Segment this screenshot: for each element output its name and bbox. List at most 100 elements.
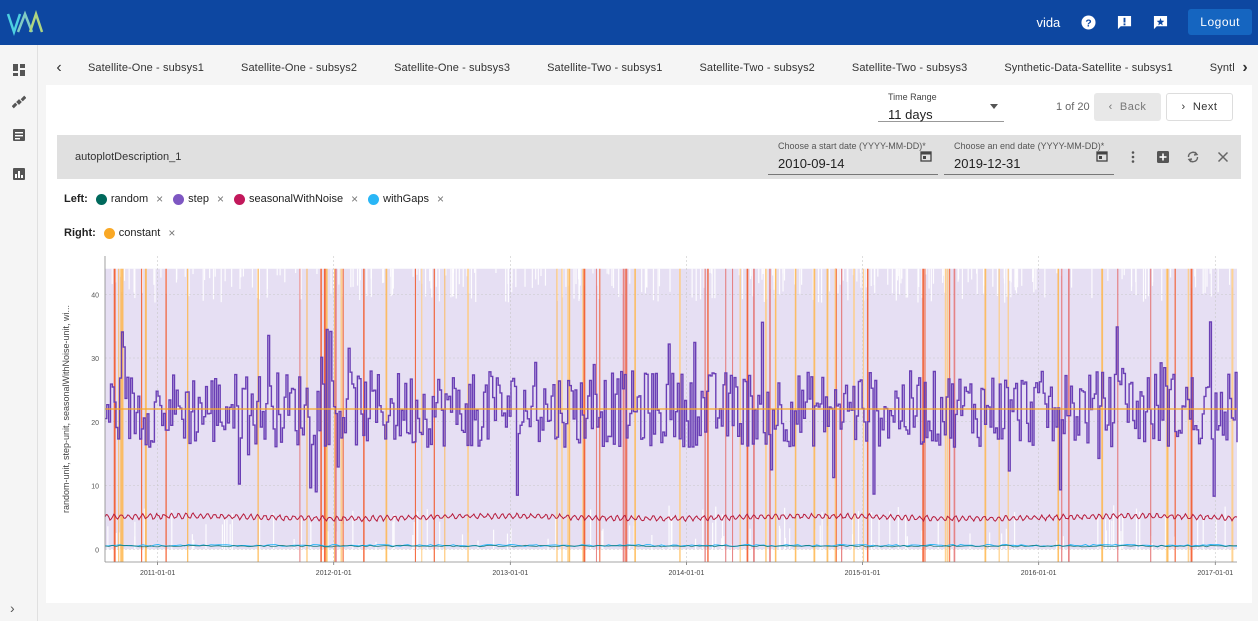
band-gap	[878, 514, 880, 550]
legend-chip-random[interactable]: random ×	[95, 192, 163, 206]
band-gap	[943, 268, 945, 276]
band-gap	[1209, 268, 1211, 274]
band-gap	[242, 268, 244, 277]
band-gap	[438, 268, 440, 302]
tabs-scroll-right-icon[interactable]: ›	[1238, 59, 1252, 77]
legend-chip-seasonalwithnoise[interactable]: seasonalWithNoise ×	[233, 192, 358, 206]
band-gap	[1224, 506, 1226, 550]
band-gap	[293, 538, 295, 550]
band-gap	[191, 534, 193, 550]
time-range-label: Time Range	[888, 92, 937, 102]
calendar-icon[interactable]	[920, 150, 932, 162]
app-logo[interactable]	[6, 10, 46, 36]
remove-series-icon[interactable]: ×	[156, 192, 163, 206]
remove-series-icon[interactable]: ×	[351, 192, 358, 206]
band-gap	[547, 538, 549, 550]
legend-right-label: Right:	[64, 227, 96, 239]
band-gap	[691, 268, 693, 298]
chart-icon[interactable]	[12, 167, 26, 181]
band-gap	[316, 268, 318, 275]
start-date-field[interactable]: Choose a start date (YYYY-MM-DD)* 2010-0…	[768, 141, 938, 175]
band-gap	[128, 268, 130, 290]
band-gap	[702, 509, 704, 550]
band-gap	[154, 268, 156, 303]
band-gap	[153, 268, 155, 285]
end-date-field[interactable]: Choose an end date (YYYY-MM-DD)* 2019-12…	[944, 141, 1114, 175]
time-range-select[interactable]: Time Range 11 days	[878, 90, 1004, 122]
band-gap	[905, 516, 907, 550]
more-vert-icon[interactable]	[1126, 150, 1140, 164]
tab-satellite-one-subsys3[interactable]: Satellite-One - subsys3	[394, 62, 510, 74]
legend-chip-constant[interactable]: constant ×	[103, 226, 175, 240]
band-gap	[629, 268, 631, 284]
band-gap	[382, 268, 384, 284]
band-gap	[839, 268, 841, 285]
band-gap	[266, 268, 268, 298]
expand-sidebar-chevron-right-icon[interactable]: ›	[10, 600, 15, 616]
band-gap	[942, 268, 944, 283]
add-box-icon[interactable]	[1156, 150, 1170, 164]
document-icon[interactable]	[12, 128, 26, 142]
back-button[interactable]: ‹ Back	[1094, 93, 1161, 121]
tab-satellite-one-subsys2[interactable]: Satellite-One - subsys2	[241, 62, 357, 74]
remove-series-icon[interactable]: ×	[217, 192, 224, 206]
band-gap	[412, 534, 414, 550]
tab-synthetic-data-satellite-subsys1[interactable]: Synthetic-Data-Satellite - subsys1	[1004, 62, 1172, 74]
band-gap	[799, 268, 801, 294]
dashboard-icon[interactable]	[12, 63, 26, 77]
y-axis-label: random-unit, step-unit, seasonalWithNois…	[61, 305, 71, 513]
band-gap	[134, 521, 136, 550]
band-gap	[865, 268, 867, 288]
band-gap	[592, 268, 594, 274]
band-gap	[928, 268, 930, 289]
help-icon[interactable]: ?	[1080, 14, 1096, 30]
band-gap	[445, 268, 447, 276]
band-gap	[390, 268, 392, 297]
band-gap	[240, 268, 242, 278]
band-gap	[1122, 515, 1124, 550]
band-gap	[413, 522, 415, 550]
band-gap	[784, 507, 786, 550]
band-gap	[606, 268, 608, 274]
next-label: Next	[1192, 101, 1218, 113]
band-gap	[1010, 268, 1012, 298]
band-gap	[455, 268, 457, 299]
tabs-scroll-left-icon[interactable]: ‹	[52, 59, 66, 77]
x-tick-label: 2014-01-01	[669, 570, 705, 577]
remove-series-icon[interactable]: ×	[437, 192, 444, 206]
band-gap	[366, 268, 368, 296]
band-gap	[209, 268, 211, 279]
feedback-icon[interactable]	[1116, 14, 1132, 30]
back-label: Back	[1119, 101, 1147, 113]
band-gap	[860, 268, 862, 288]
tab-synthetic-data-partial[interactable]: Synthetic-Data-	[1210, 62, 1234, 74]
sync-icon[interactable]	[1186, 150, 1200, 164]
time-series-chart[interactable]: 0 10 20 30 40 2011-01-01 2012-01-01 2013-01-01 2…	[57, 251, 1241, 581]
end-date-value: 2019-12-31	[954, 156, 1021, 171]
band-gap	[782, 268, 784, 274]
chart-svg[interactable]: 0 10 20 30 40 2011-01-01 2012-01-01 2013-01-01 2…	[57, 251, 1241, 581]
remove-series-icon[interactable]: ×	[168, 226, 175, 240]
legend-chip-withgaps[interactable]: withGaps ×	[368, 192, 444, 206]
tab-satellite-two-subsys3[interactable]: Satellite-Two - subsys3	[852, 62, 967, 74]
series-color-dot	[95, 193, 107, 205]
band-gap	[134, 268, 136, 299]
tab-satellite-two-subsys1[interactable]: Satellite-Two - subsys1	[547, 62, 662, 74]
band-gap	[251, 268, 254, 288]
band-gap	[224, 268, 226, 282]
series-color-dot	[103, 227, 115, 239]
band-gap	[887, 268, 889, 285]
band-gap	[1228, 268, 1231, 285]
tab-satellite-two-subsys2[interactable]: Satellite-Two - subsys2	[700, 62, 815, 74]
announcement-icon[interactable]	[1152, 14, 1168, 30]
satellite-icon[interactable]	[12, 95, 26, 109]
band-gap	[1105, 538, 1107, 550]
close-icon[interactable]	[1216, 150, 1230, 164]
band-gap	[231, 268, 233, 287]
band-gap	[898, 268, 901, 295]
next-button[interactable]: › Next	[1166, 93, 1233, 121]
logout-button[interactable]: Logout	[1188, 9, 1252, 35]
legend-chip-step[interactable]: step ×	[173, 192, 224, 206]
calendar-icon[interactable]	[1096, 150, 1108, 162]
tab-satellite-one-subsys1[interactable]: Satellite-One - subsys1	[88, 62, 204, 74]
